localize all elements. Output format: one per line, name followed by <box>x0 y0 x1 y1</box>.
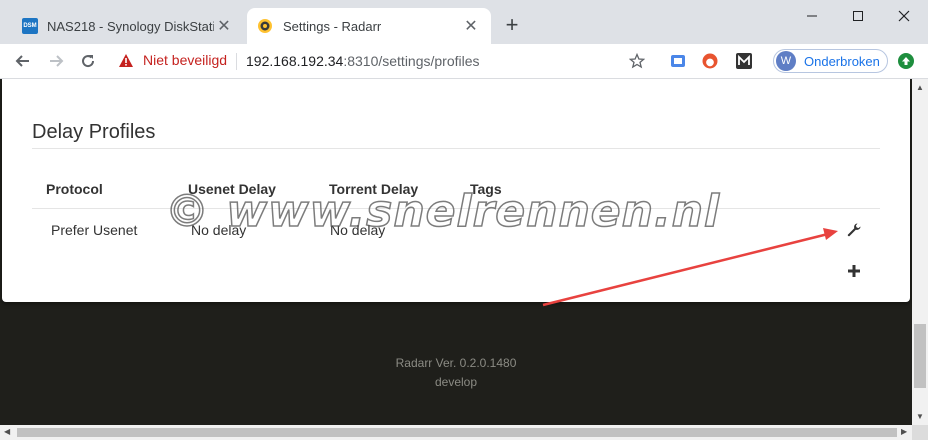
scrollbar-thumb[interactable] <box>914 324 926 388</box>
section-title: Delay Profiles <box>32 121 156 143</box>
synology-dsm-icon: DSM <box>22 18 38 34</box>
security-warning-label: Niet beveiligd <box>143 52 228 68</box>
wrench-icon[interactable] <box>846 222 862 238</box>
svg-text:●: ● <box>706 57 715 68</box>
close-icon[interactable]: ✕ <box>461 16 481 36</box>
scroll-left-icon[interactable]: ◀ <box>4 427 10 436</box>
column-header-protocol: Protocol <box>46 181 103 197</box>
scrollbar-corner <box>912 425 928 440</box>
toolbar: Niet beveiligd 192.168.192.34:8310/setti… <box>0 44 928 79</box>
warning-icon <box>119 53 133 67</box>
page-viewport: Delay Profiles Protocol Usenet Delay Tor… <box>0 79 912 425</box>
scroll-down-icon[interactable]: ▼ <box>916 412 924 421</box>
url-host: 192.168.192.34 <box>246 53 344 69</box>
tab-title: Settings - Radarr <box>283 18 382 34</box>
scroll-right-icon[interactable]: ▶ <box>901 427 907 436</box>
footer-version: Radarr Ver. 0.2.0.1480 <box>395 356 517 370</box>
url-path: :8310/settings/profiles <box>343 53 480 69</box>
profile-button[interactable]: W Onderbroken <box>773 49 888 73</box>
divider <box>32 148 880 149</box>
bookmark-star-icon[interactable] <box>628 52 646 70</box>
footer-branch: develop <box>434 375 478 389</box>
horizontal-scrollbar[interactable]: ◀ ▶ <box>0 425 912 440</box>
scrollbar-thumb[interactable] <box>17 428 897 437</box>
close-icon[interactable]: ✕ <box>214 16 234 36</box>
tab-strip: DSM NAS218 - Synology DiskStation ✕ Sett… <box>0 0 928 44</box>
tab-radarr-settings[interactable]: Settings - Radarr ✕ <box>247 8 491 44</box>
profile-status-label: Onderbroken <box>804 53 880 69</box>
divider <box>236 53 237 70</box>
back-arrow-icon[interactable] <box>12 50 34 72</box>
radarr-icon <box>258 19 272 33</box>
maximize-icon[interactable] <box>843 6 873 26</box>
add-profile-icon[interactable] <box>847 264 861 278</box>
update-icon[interactable] <box>898 53 914 69</box>
extension-red-icon[interactable]: ● <box>701 52 719 70</box>
extension-icon[interactable] <box>669 52 687 70</box>
scroll-up-icon[interactable]: ▲ <box>916 83 924 92</box>
url-field[interactable]: 192.168.192.34:8310/settings/profiles <box>246 53 480 69</box>
security-warning[interactable]: Niet beveiligd <box>118 52 227 68</box>
forward-arrow-icon[interactable] <box>45 50 67 72</box>
tab-title: NAS218 - Synology DiskStation <box>47 18 214 34</box>
vertical-scrollbar[interactable]: ▲ ▼ <box>912 79 928 425</box>
window-close-icon[interactable] <box>889 6 919 26</box>
avatar: W <box>776 51 796 71</box>
minimize-icon[interactable] <box>797 6 827 26</box>
watermark: © www.snelrennen.nl <box>164 185 721 238</box>
reload-icon[interactable] <box>77 50 99 72</box>
tab-synology[interactable]: DSM NAS218 - Synology DiskStation ✕ <box>14 8 244 44</box>
cell-protocol: Prefer Usenet <box>51 222 138 238</box>
new-tab-button[interactable]: + <box>500 14 524 38</box>
extension-m-icon[interactable] <box>735 52 753 70</box>
